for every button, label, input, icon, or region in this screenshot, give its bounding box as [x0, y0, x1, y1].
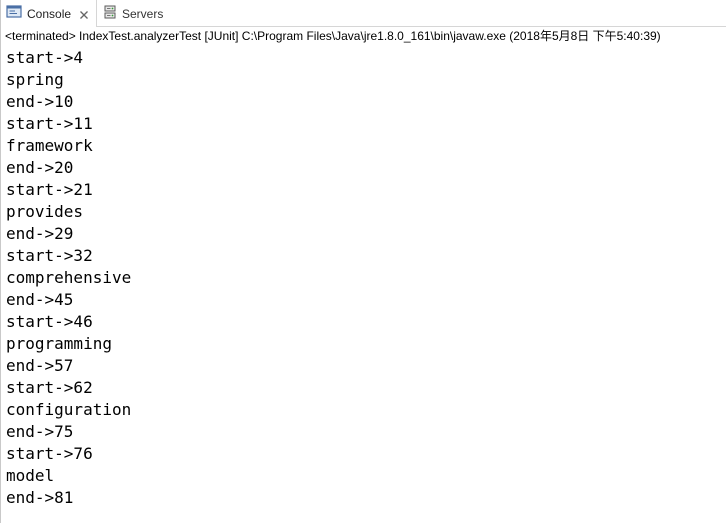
console-line: end->81	[6, 488, 74, 507]
console-line: start->32	[6, 246, 93, 265]
console-line: model	[6, 466, 55, 485]
tab-console-label: Console	[27, 6, 72, 21]
console-line: programming	[6, 334, 112, 353]
console-line: end->75	[6, 422, 74, 441]
close-icon[interactable]	[79, 9, 89, 19]
console-output[interactable]: start->4 spring end->10 start->11 framework e…	[6, 47, 131, 509]
console-line: start->62	[6, 378, 93, 397]
process-status-line: <terminated> IndexTest.analyzerTest [JUn…	[5, 29, 661, 43]
console-line: start->76	[6, 444, 93, 463]
console-line: end->29	[6, 224, 74, 243]
console-line: comprehensive	[6, 268, 132, 287]
console-icon	[6, 5, 22, 22]
console-line: start->11	[6, 114, 93, 133]
tab-servers[interactable]: Servers	[98, 0, 178, 27]
console-line: spring	[6, 70, 64, 89]
console-line: start->46	[6, 312, 93, 331]
console-line: framework	[6, 136, 93, 155]
console-line: start->21	[6, 180, 93, 199]
console-line: end->57	[6, 356, 74, 375]
console-line: end->20	[6, 158, 74, 177]
console-line: end->10	[6, 92, 74, 111]
console-view: Console Servers <terminated> IndexTest.a…	[0, 0, 726, 523]
tab-servers-label: Servers	[122, 6, 164, 21]
console-line: start->4	[6, 48, 84, 67]
tab-console[interactable]: Console	[1, 0, 97, 27]
console-line: configuration	[6, 400, 132, 419]
console-line: provides	[6, 202, 84, 221]
view-tab-bar: Console Servers	[1, 0, 726, 27]
console-line: end->45	[6, 290, 74, 309]
servers-icon	[103, 5, 117, 22]
